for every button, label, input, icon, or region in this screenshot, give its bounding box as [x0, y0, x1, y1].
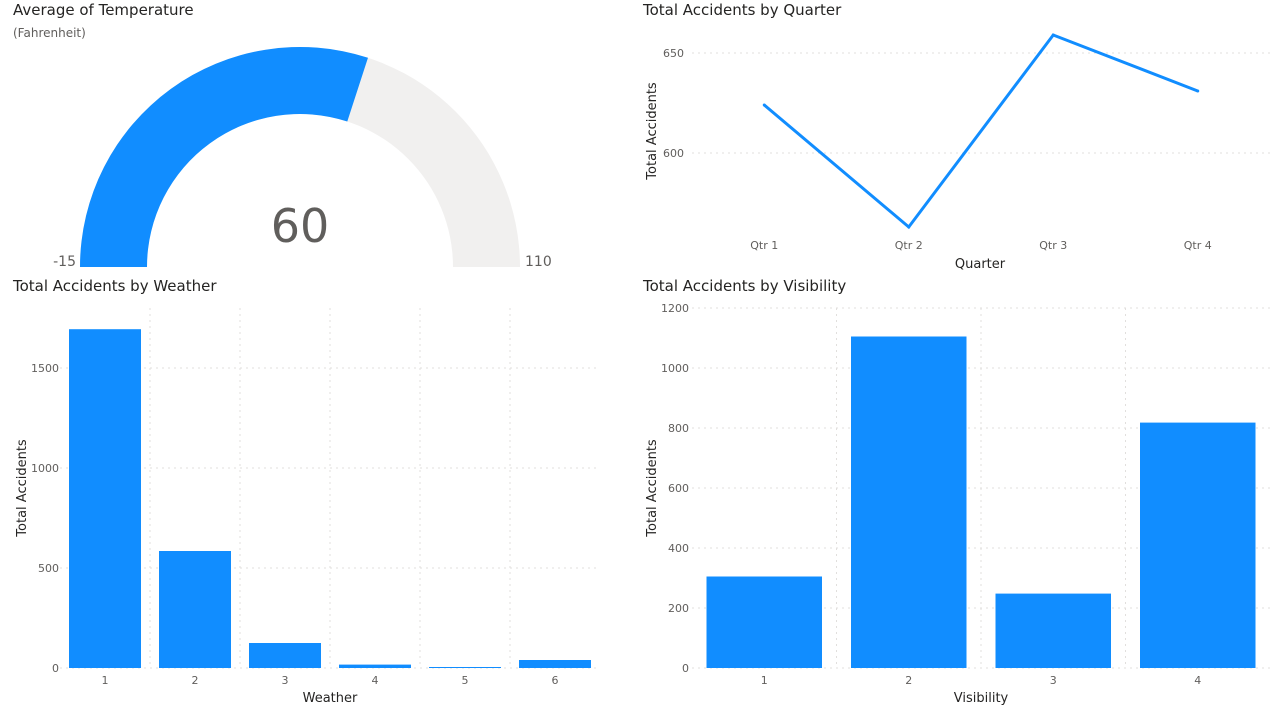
bar [851, 336, 967, 668]
weather-bar-chart: 0 500 1000 1500 1 2 3 4 5 6 Weather Total Accidents [15, 308, 600, 706]
visibility-bar-panel: Total Accidents by Visibility 0 200 400 600… [630, 276, 1280, 720]
x-tick-label: Qtr 4 [1184, 239, 1212, 252]
y-tick-label: 200 [668, 602, 689, 615]
x-tick-label: 2 [905, 674, 912, 687]
data-point [1051, 33, 1055, 37]
x-tick-label: 4 [1194, 674, 1201, 687]
y-axis-title: Total Accidents [645, 439, 660, 538]
bar [249, 643, 321, 668]
x-tick-label: Qtr 1 [750, 239, 778, 252]
bar [995, 593, 1111, 668]
x-tick-label: 2 [192, 674, 199, 687]
quarter-line-chart: 600 650 Qtr 1 Qtr 2 Qtr 3 Qtr 4 Quarter Total A… [645, 33, 1270, 272]
x-tick-label: 1 [102, 674, 109, 687]
visibility-bar-chart: 0 200 400 600 800 1000 1200 1 2 3 4 Visibility Total… [645, 302, 1270, 706]
y-tick-label: 1500 [31, 362, 59, 375]
y-tick-label: 1000 [31, 462, 59, 475]
y-tick-label: 600 [663, 147, 684, 160]
x-tick-label: 4 [372, 674, 379, 687]
y-tick-label: 0 [682, 662, 689, 675]
x-tick-label: Qtr 2 [895, 239, 923, 252]
x-tick-label: 6 [552, 674, 559, 687]
y-tick-label: 0 [52, 662, 59, 675]
bar [706, 576, 822, 668]
quarter-line-panel: Total Accidents by Quarter 600 650 Qtr 1 Qt… [630, 0, 1280, 275]
x-tick-label: 3 [1050, 674, 1057, 687]
data-point [907, 225, 911, 229]
data-point [1196, 89, 1200, 93]
x-tick-label: 3 [282, 674, 289, 687]
x-axis-title: Quarter [955, 257, 1006, 272]
y-tick-label: 650 [663, 47, 684, 60]
gauge-min-label: -15 [53, 254, 76, 270]
y-tick-label: 600 [668, 482, 689, 495]
y-tick-label: 500 [38, 562, 59, 575]
data-point [762, 103, 766, 107]
bar [159, 551, 231, 668]
bar [519, 660, 591, 668]
y-tick-label: 1200 [661, 302, 689, 315]
temperature-gauge-panel: Average of Temperature (Fahrenheit) 60 -1… [0, 0, 640, 275]
line-series [763, 33, 1199, 230]
x-tick-label: 1 [761, 674, 768, 687]
gauge-value-label: 60 [271, 199, 330, 253]
gauge-chart: 60 -15 110 [53, 47, 552, 270]
y-axis-title: Total Accidents [15, 439, 30, 538]
bar [429, 667, 501, 668]
bar [69, 329, 141, 668]
bar [1140, 422, 1256, 668]
weather-bar-panel: Total Accidents by Weather 0 500 1000 1500 1… [0, 276, 630, 720]
x-tick-label: Qtr 3 [1039, 239, 1067, 252]
y-tick-label: 400 [668, 542, 689, 555]
x-tick-label: 5 [462, 674, 469, 687]
y-axis-title: Total Accidents [645, 82, 660, 181]
y-tick-label: 1000 [661, 362, 689, 375]
x-axis-title: Weather [303, 691, 358, 706]
bar [339, 664, 411, 668]
y-tick-label: 800 [668, 422, 689, 435]
x-axis-title: Visibility [954, 691, 1009, 706]
gauge-max-label: 110 [525, 254, 552, 270]
